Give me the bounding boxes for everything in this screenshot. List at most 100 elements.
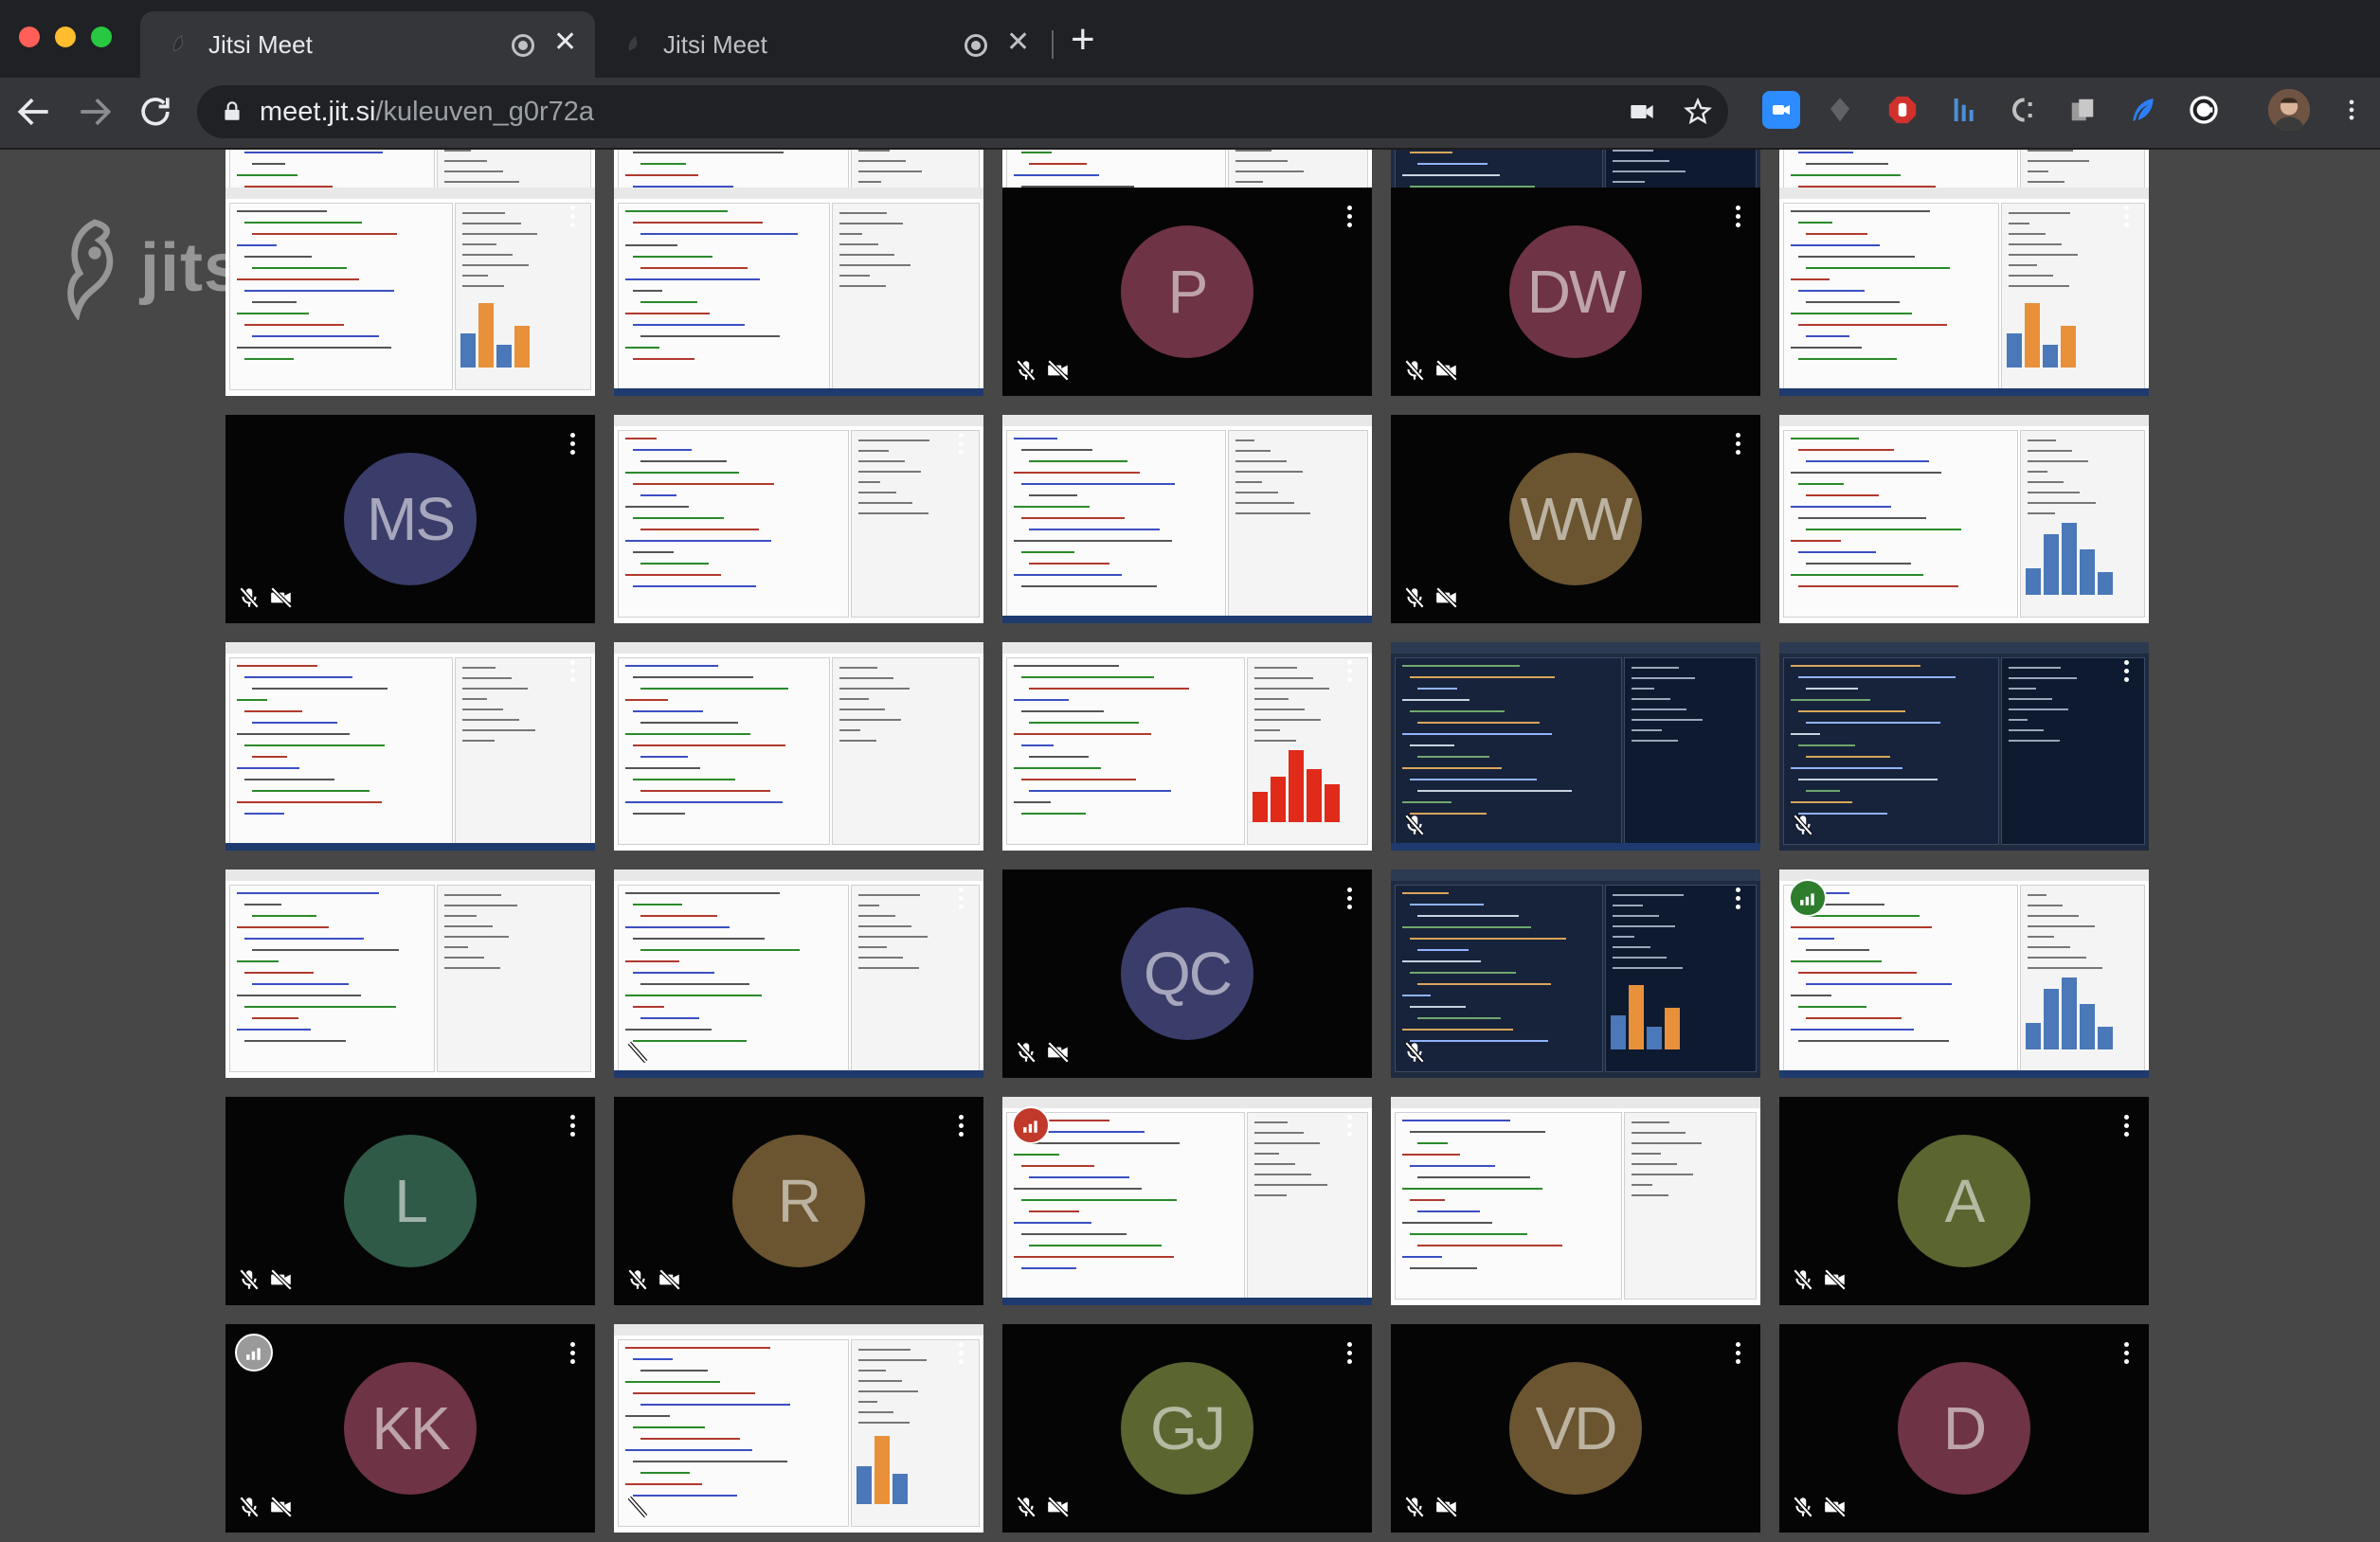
screen-share-tile[interactable] bbox=[1779, 188, 2149, 396]
grammarly-icon[interactable] bbox=[2185, 91, 2223, 129]
reload-icon[interactable] bbox=[135, 91, 176, 133]
screen-share-tile[interactable] bbox=[1002, 642, 1372, 851]
tile-menu-icon[interactable] bbox=[561, 203, 584, 231]
code-line bbox=[1014, 767, 1101, 769]
tab-close-icon[interactable]: ✕ bbox=[553, 28, 577, 57]
screen-share-tile[interactable] bbox=[1002, 415, 1372, 623]
tile-menu-icon[interactable] bbox=[1726, 1339, 1749, 1368]
code-line bbox=[1806, 790, 1840, 792]
participant-tile[interactable]: DW bbox=[1391, 188, 1760, 396]
tile-menu-icon[interactable] bbox=[949, 1112, 972, 1140]
tile-menu-icon[interactable] bbox=[2115, 1339, 2137, 1368]
tab-jitsi-meet-2[interactable]: Jitsi Meet ✕ bbox=[595, 11, 1050, 78]
tab-close-icon[interactable]: ✕ bbox=[1006, 28, 1030, 57]
cc-icon[interactable] bbox=[2003, 91, 2041, 129]
tile-menu-icon[interactable] bbox=[1338, 1112, 1361, 1140]
screen-share-tile[interactable] bbox=[614, 188, 983, 396]
close-window-button[interactable] bbox=[19, 27, 40, 47]
chart-bar bbox=[2007, 333, 2023, 368]
tab-jitsi-meet-1[interactable]: Jitsi Meet ✕ bbox=[140, 11, 595, 78]
code-line bbox=[1806, 267, 1950, 269]
tile-menu-icon[interactable] bbox=[1338, 657, 1361, 686]
minimize-window-button[interactable] bbox=[55, 27, 76, 47]
participant-tile[interactable]: QC bbox=[1002, 870, 1372, 1078]
participant-tile[interactable]: L bbox=[225, 1097, 595, 1305]
screen-share-tile[interactable] bbox=[225, 870, 595, 1078]
tile-menu-icon[interactable] bbox=[2115, 203, 2137, 231]
code-line bbox=[640, 1370, 708, 1372]
bars-icon[interactable] bbox=[1944, 91, 1982, 129]
screen-share-tile[interactable] bbox=[1779, 642, 2149, 851]
tile-menu-icon[interactable] bbox=[1338, 1339, 1361, 1368]
screen-share-tile[interactable] bbox=[1391, 870, 1760, 1078]
tile-menu-icon[interactable] bbox=[949, 885, 972, 913]
code-line bbox=[1029, 563, 1109, 565]
screen-share-tile[interactable] bbox=[1002, 1097, 1372, 1305]
tile-menu-icon[interactable] bbox=[561, 1112, 584, 1140]
chart-bar bbox=[1611, 1015, 1627, 1049]
screen-share-tile[interactable] bbox=[225, 642, 595, 851]
code-line bbox=[1410, 1233, 1527, 1235]
address-bar[interactable]: meet.jit.si/kuleuven_g0r72a bbox=[197, 85, 1728, 138]
tile-menu-icon[interactable] bbox=[1338, 885, 1361, 913]
screen-share-tile[interactable] bbox=[1779, 415, 2149, 623]
maximize-window-button[interactable] bbox=[91, 27, 112, 47]
tile-menu-icon[interactable] bbox=[561, 1339, 584, 1368]
connection-indicator-icon[interactable] bbox=[1789, 879, 1827, 917]
tile-menu-icon[interactable] bbox=[949, 1339, 972, 1368]
puzzle-icon[interactable] bbox=[1821, 91, 1859, 129]
feather-icon[interactable] bbox=[2124, 91, 2162, 129]
tile-menu-icon[interactable] bbox=[2115, 657, 2137, 686]
copy-icon[interactable] bbox=[2064, 91, 2101, 129]
code-line bbox=[1021, 710, 1104, 712]
participant-tile[interactable]: WW bbox=[1391, 415, 1760, 623]
window-titlebar bbox=[1779, 870, 2149, 881]
tile-menu-icon[interactable] bbox=[1726, 430, 1749, 458]
tile-menu-icon[interactable] bbox=[1338, 203, 1361, 231]
back-icon[interactable] bbox=[13, 91, 55, 133]
profile-avatar[interactable] bbox=[2268, 89, 2310, 131]
code-line bbox=[237, 767, 299, 769]
code-line bbox=[1021, 813, 1086, 815]
code-line bbox=[1791, 210, 1930, 212]
panel-line bbox=[443, 181, 519, 183]
participant-tile[interactable]: VD bbox=[1391, 1324, 1760, 1533]
participant-tile[interactable]: KK bbox=[225, 1324, 595, 1533]
tile-menu-icon[interactable] bbox=[561, 430, 584, 458]
connection-indicator-icon[interactable] bbox=[235, 1334, 273, 1372]
code-line bbox=[1806, 301, 1900, 303]
participant-tile[interactable]: P bbox=[1002, 188, 1372, 396]
code-line bbox=[1806, 1017, 1902, 1019]
panel-line bbox=[1631, 1194, 1668, 1196]
forward-icon[interactable] bbox=[74, 91, 116, 133]
screen-share-tile[interactable] bbox=[1391, 1097, 1760, 1305]
participant-tile[interactable]: A bbox=[1779, 1097, 2149, 1305]
screen-share-tile[interactable] bbox=[614, 1324, 983, 1533]
participant-tile[interactable]: R bbox=[614, 1097, 983, 1305]
screen-share-tile[interactable] bbox=[1779, 870, 2149, 1078]
participant-tile[interactable]: MS bbox=[225, 415, 595, 623]
bookmark-star-icon[interactable] bbox=[1683, 97, 1713, 127]
screen-share-tile[interactable] bbox=[614, 642, 983, 851]
participant-tile[interactable]: GJ bbox=[1002, 1324, 1372, 1533]
camera-icon[interactable] bbox=[1628, 99, 1656, 125]
more-menu-icon[interactable] bbox=[2338, 93, 2365, 127]
chart-bar bbox=[2079, 549, 2095, 595]
screen-share-tile[interactable] bbox=[1391, 642, 1760, 851]
new-tab-button[interactable]: + bbox=[1071, 19, 1095, 61]
tile-menu-icon[interactable] bbox=[1726, 885, 1749, 913]
tile-menu-icon[interactable] bbox=[949, 430, 972, 458]
participant-tile[interactable]: D bbox=[1779, 1324, 2149, 1533]
panel-line bbox=[1613, 160, 1670, 162]
screen-share-tile[interactable] bbox=[225, 188, 595, 396]
adblock-icon[interactable] bbox=[1884, 91, 1921, 129]
zoom-icon[interactable] bbox=[1762, 91, 1800, 129]
tile-menu-icon[interactable] bbox=[561, 657, 584, 686]
panel-line bbox=[2027, 967, 2102, 969]
screen-share-tile[interactable] bbox=[614, 415, 983, 623]
shared-screen bbox=[1391, 870, 1760, 1078]
tile-menu-icon[interactable] bbox=[2115, 1112, 2137, 1140]
connection-indicator-icon[interactable] bbox=[1012, 1106, 1050, 1144]
tile-menu-icon[interactable] bbox=[1726, 203, 1749, 231]
screen-share-tile[interactable] bbox=[614, 870, 983, 1078]
